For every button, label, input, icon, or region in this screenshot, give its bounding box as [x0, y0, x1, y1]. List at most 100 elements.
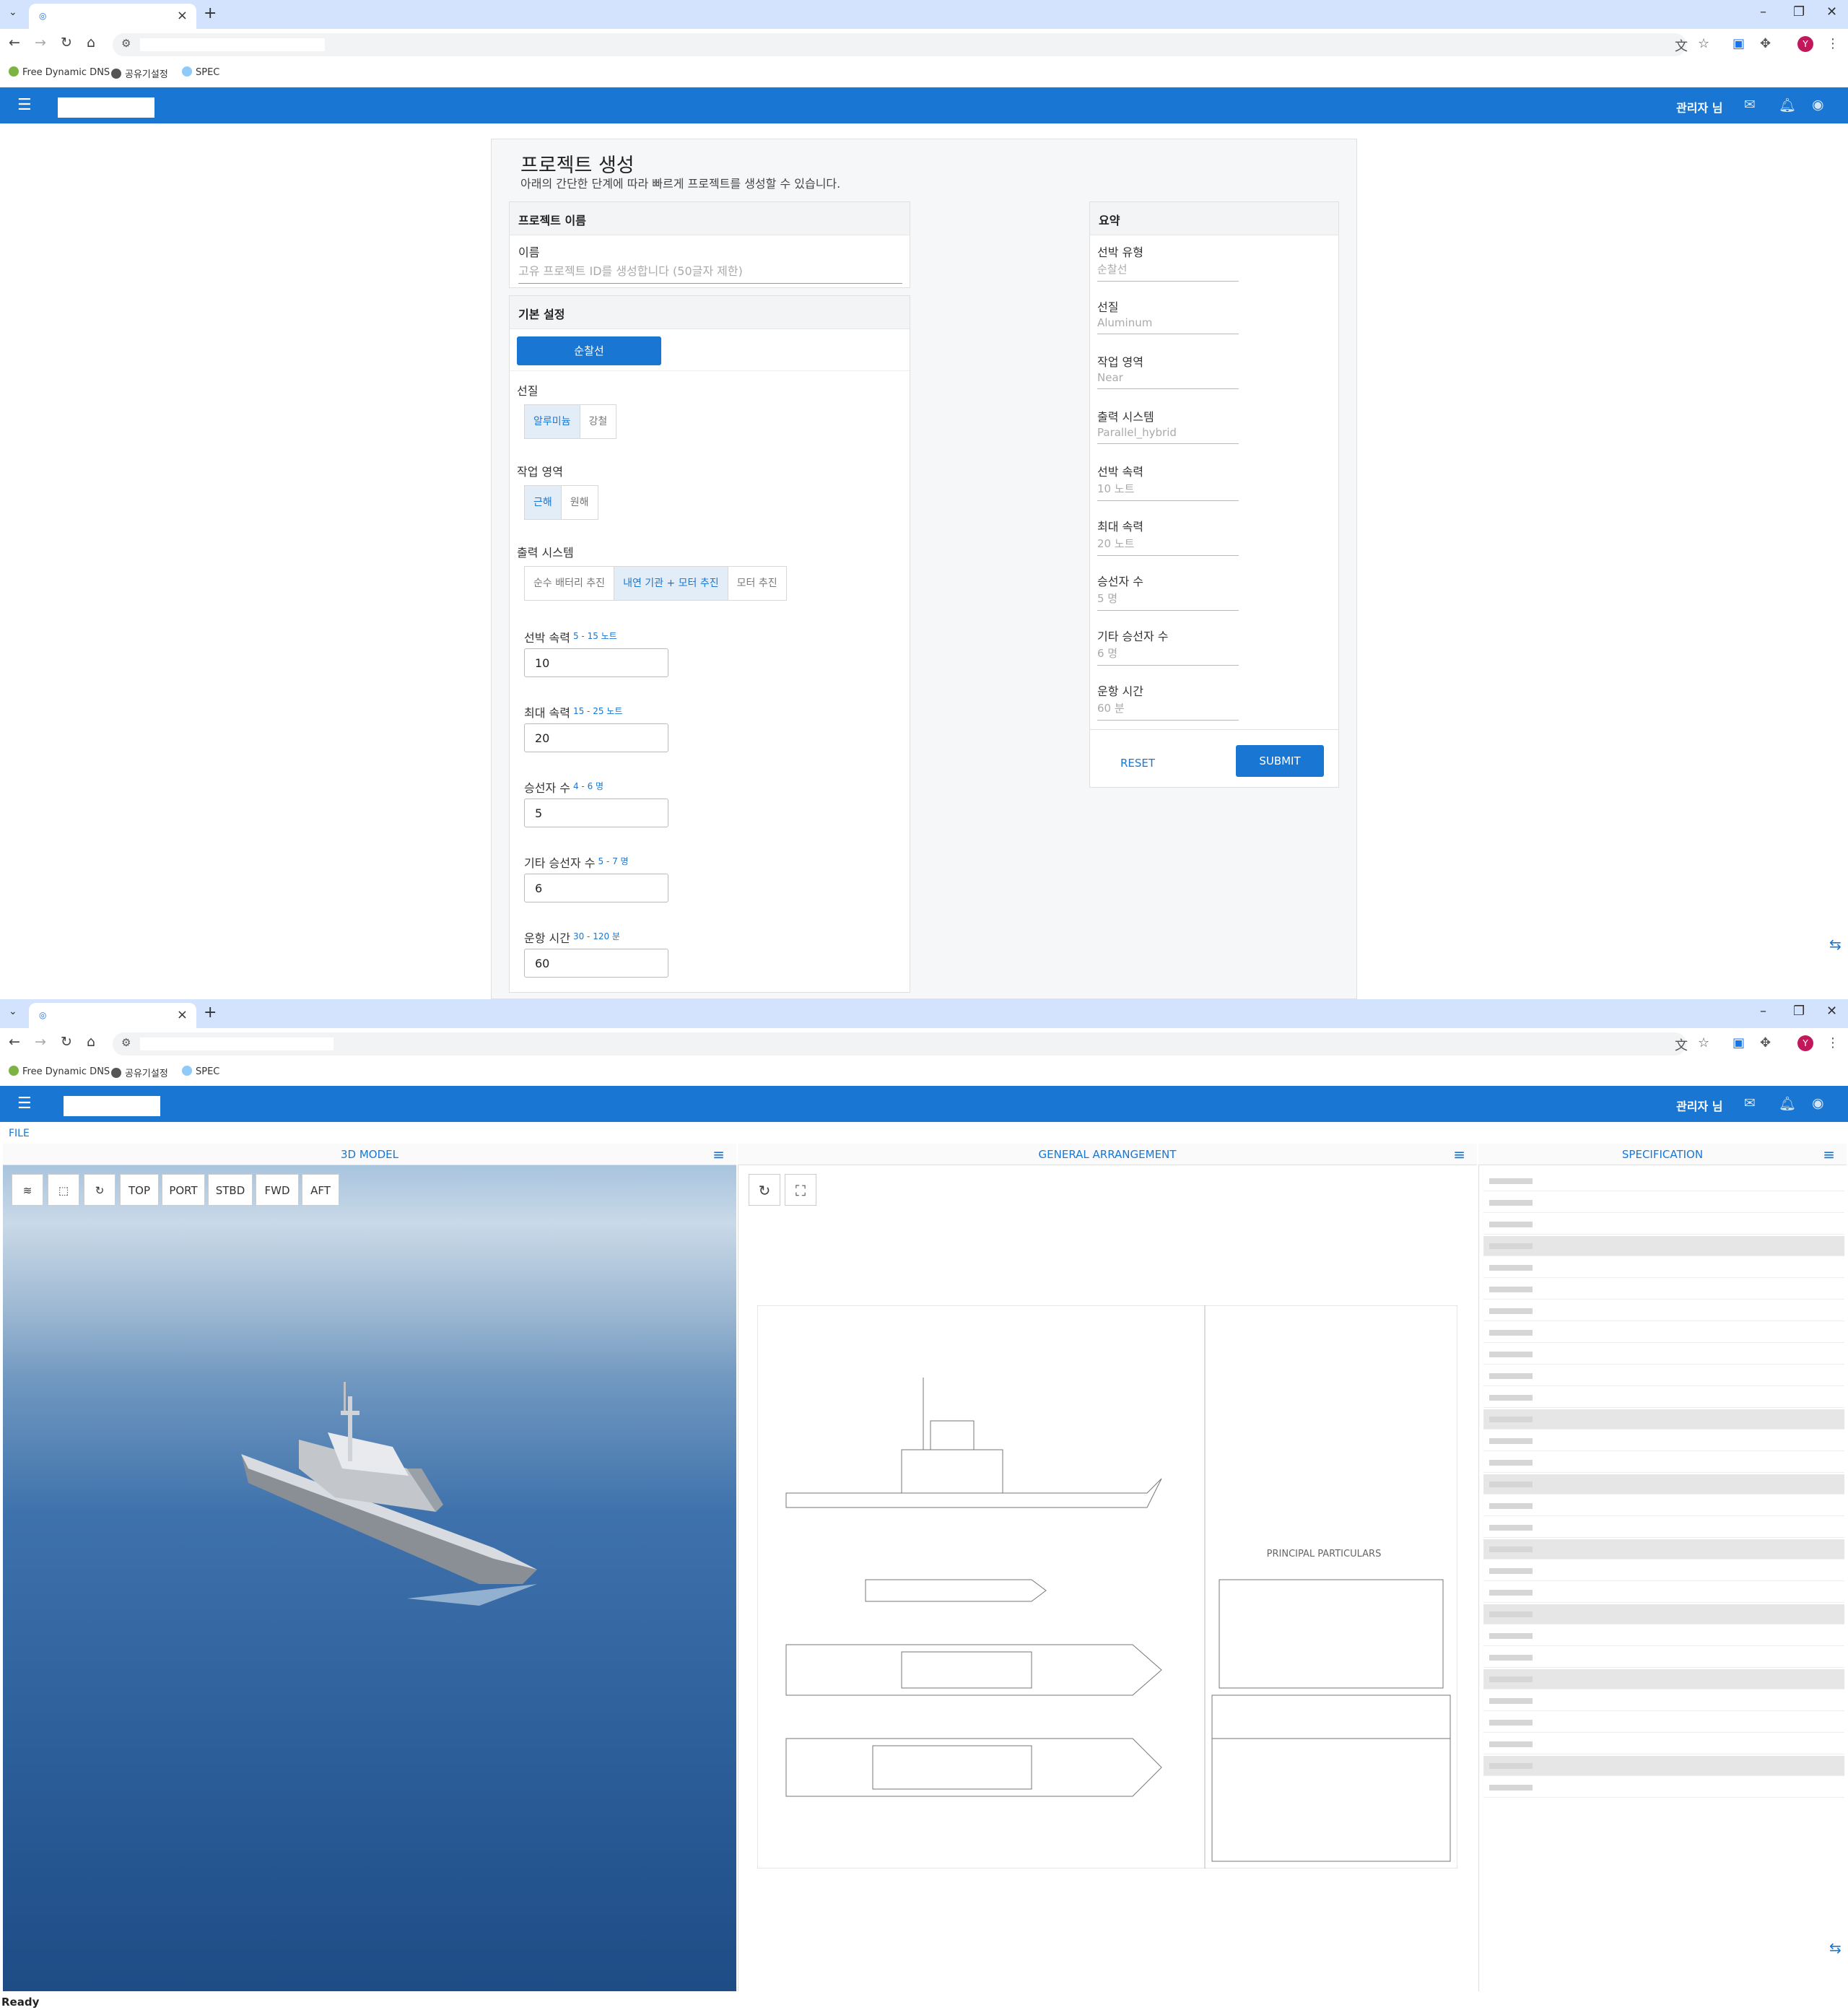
hamburger-menu-icon[interactable]: ☰	[17, 96, 32, 114]
speed-input[interactable]: 10	[524, 648, 668, 677]
translate-icon[interactable]: 文	[1675, 36, 1688, 55]
other-crew-input[interactable]: 6	[524, 874, 668, 902]
bookmark-item[interactable]: 공유기설정	[111, 66, 168, 80]
hull-option-steel[interactable]: 강철	[580, 405, 616, 438]
spec-cell	[1489, 1611, 1533, 1617]
home-icon[interactable]: ⌂	[87, 1034, 95, 1050]
tab-search-icon[interactable]: ⌄	[9, 6, 17, 18]
forward-icon[interactable]: →	[35, 35, 46, 51]
rotate-icon[interactable]: ↻	[749, 1174, 780, 1206]
account-circle-icon[interactable]: ◉	[1812, 1095, 1824, 1111]
tab-search-icon[interactable]: ⌄	[9, 1006, 17, 1017]
restore-icon[interactable]: ❐	[1793, 4, 1805, 19]
favicon-icon: ◎	[39, 1010, 47, 1020]
power-option-hybrid[interactable]: 내연 기관 + 모터 추진	[614, 567, 728, 600]
restore-icon[interactable]: ❐	[1793, 1004, 1805, 1019]
close-window-icon[interactable]: ✕	[1826, 1004, 1837, 1019]
profile-avatar[interactable]: Y	[1797, 1035, 1813, 1051]
panel-menu-icon[interactable]: ≡	[1453, 1144, 1465, 1165]
account-circle-icon[interactable]: ◉	[1812, 97, 1824, 113]
panel-menu-icon[interactable]: ≡	[712, 1144, 725, 1165]
user-name[interactable]: 관리자 님	[1676, 1097, 1722, 1114]
spec-cell	[1489, 1590, 1533, 1596]
spec-cell	[1489, 1741, 1533, 1747]
app-logo[interactable]	[58, 97, 154, 118]
project-name-input[interactable]: 고유 프로젝트 ID를 생성합니다 (50글자 제한)	[518, 261, 902, 284]
view-stbd-button[interactable]: STBD	[208, 1174, 253, 1206]
3d-model-viewport[interactable]: ≋ ⬚ ↻ TOP PORT STBD FWD AFT	[3, 1165, 736, 1991]
bookmark-item[interactable]: SPEC	[182, 66, 219, 78]
reset-button[interactable]: RESET	[1120, 757, 1155, 770]
new-tab-icon[interactable]: +	[204, 1004, 217, 1022]
reload-icon[interactable]: ↻	[61, 1034, 72, 1050]
translate-ext-icon[interactable]: ▣	[1732, 36, 1745, 51]
mail-icon[interactable]: ✉	[1744, 97, 1756, 113]
fit-view-icon[interactable]: ⬚	[48, 1174, 79, 1206]
browser-menu-icon[interactable]: ⋮	[1826, 1035, 1839, 1050]
minimize-icon[interactable]: –	[1760, 4, 1766, 19]
submit-button[interactable]: SUBMIT	[1236, 745, 1324, 777]
bookmark-item[interactable]: 공유기설정	[111, 1066, 168, 1079]
crew-input[interactable]: 5	[524, 799, 668, 827]
address-bar[interactable]: ⚙	[113, 1032, 1686, 1056]
forward-icon[interactable]: →	[35, 1034, 46, 1050]
view-fwd-button[interactable]: FWD	[256, 1174, 299, 1206]
specification-panel	[1478, 1165, 1847, 1991]
rotate-reset-icon[interactable]: ↻	[84, 1174, 116, 1206]
panel-menu-icon[interactable]: ≡	[1823, 1144, 1835, 1165]
spec-cell	[1489, 1287, 1533, 1292]
reload-icon[interactable]: ↻	[61, 35, 72, 51]
fullscreen-icon[interactable]: ⛶	[785, 1174, 816, 1206]
browser-menu-icon[interactable]: ⋮	[1826, 36, 1839, 51]
minimize-icon[interactable]: –	[1760, 1004, 1766, 1019]
summary-item-label: 작업 영역	[1097, 355, 1143, 369]
spec-table-row	[1483, 1474, 1844, 1495]
mail-icon[interactable]: ✉	[1744, 1095, 1756, 1111]
vessel-type-button[interactable]: 순찰선	[517, 336, 661, 365]
wireframe-icon[interactable]: ≋	[12, 1174, 43, 1206]
summary-item-value: Parallel_hybrid	[1097, 426, 1239, 444]
address-bar[interactable]: ⚙	[113, 33, 1686, 56]
side-panel-icon[interactable]: ⇆	[1829, 936, 1842, 953]
site-settings-icon[interactable]: ⚙	[121, 37, 131, 50]
translate-icon[interactable]: 文	[1675, 1035, 1688, 1054]
notification-bell-icon[interactable]: 🔔︎	[1779, 1095, 1796, 1112]
hamburger-menu-icon[interactable]: ☰	[17, 1095, 32, 1113]
area-option-near[interactable]: 근해	[525, 486, 562, 519]
back-icon[interactable]: ←	[9, 1034, 20, 1050]
side-panel-icon[interactable]: ⇆	[1829, 1939, 1842, 1957]
user-name[interactable]: 관리자 님	[1676, 98, 1722, 116]
browser-tab[interactable]: ◎ ×	[29, 4, 196, 29]
extensions-icon[interactable]: ✥	[1760, 1035, 1771, 1050]
close-window-icon[interactable]: ✕	[1826, 4, 1837, 19]
new-tab-icon[interactable]: +	[204, 4, 217, 22]
site-settings-icon[interactable]: ⚙	[121, 1036, 131, 1049]
spec-cell	[1489, 1200, 1533, 1206]
home-icon[interactable]: ⌂	[87, 35, 95, 51]
bookmark-item[interactable]: SPEC	[182, 1066, 219, 1077]
notification-bell-icon[interactable]: 🔔︎	[1779, 97, 1796, 113]
max-speed-input[interactable]: 20	[524, 723, 668, 752]
bookmark-star-icon[interactable]: ☆	[1698, 1035, 1709, 1050]
bookmark-item[interactable]: Free Dynamic DNS	[9, 66, 110, 78]
extensions-icon[interactable]: ✥	[1760, 36, 1771, 51]
bookmark-item[interactable]: Free Dynamic DNS	[9, 1066, 110, 1077]
profile-avatar[interactable]: Y	[1797, 36, 1813, 52]
view-top-button[interactable]: TOP	[120, 1174, 159, 1206]
hull-option-aluminum[interactable]: 알루미늄	[525, 405, 580, 438]
translate-ext-icon[interactable]: ▣	[1732, 1035, 1745, 1050]
back-icon[interactable]: ←	[9, 35, 20, 51]
operation-time-input[interactable]: 60	[524, 949, 668, 978]
close-tab-icon[interactable]: ×	[177, 1007, 188, 1022]
view-port-button[interactable]: PORT	[162, 1174, 205, 1206]
app-logo[interactable]	[64, 1096, 160, 1116]
area-option-far[interactable]: 원해	[562, 486, 598, 519]
browser-tab[interactable]: ◎ ×	[29, 1003, 196, 1028]
power-option-battery[interactable]: 순수 배터리 추진	[525, 567, 615, 600]
bookmark-favicon-icon	[9, 1066, 19, 1076]
bookmark-star-icon[interactable]: ☆	[1698, 36, 1709, 51]
view-aft-button[interactable]: AFT	[302, 1174, 339, 1206]
close-tab-icon[interactable]: ×	[177, 8, 188, 23]
file-menu[interactable]: FILE	[9, 1128, 30, 1139]
power-option-motor[interactable]: 모터 추진	[728, 567, 786, 600]
